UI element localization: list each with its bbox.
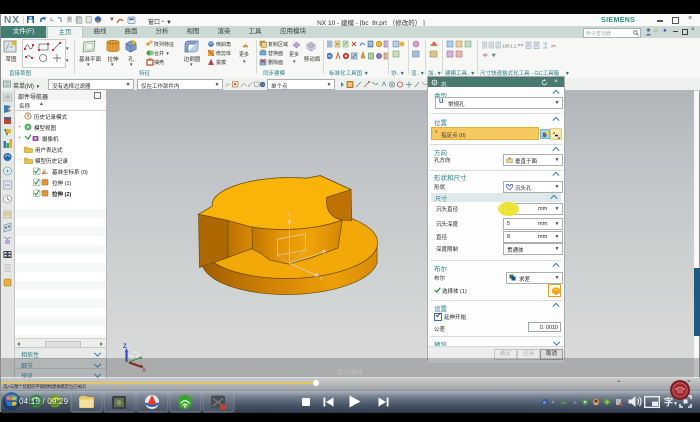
svg-text:1:1: 1:1 [511,44,517,49]
svg-text:e: e [543,400,546,406]
svg-text:X: X [320,277,324,280]
svg-text:100: 100 [503,44,511,49]
svg-text:Z: Z [287,212,290,218]
